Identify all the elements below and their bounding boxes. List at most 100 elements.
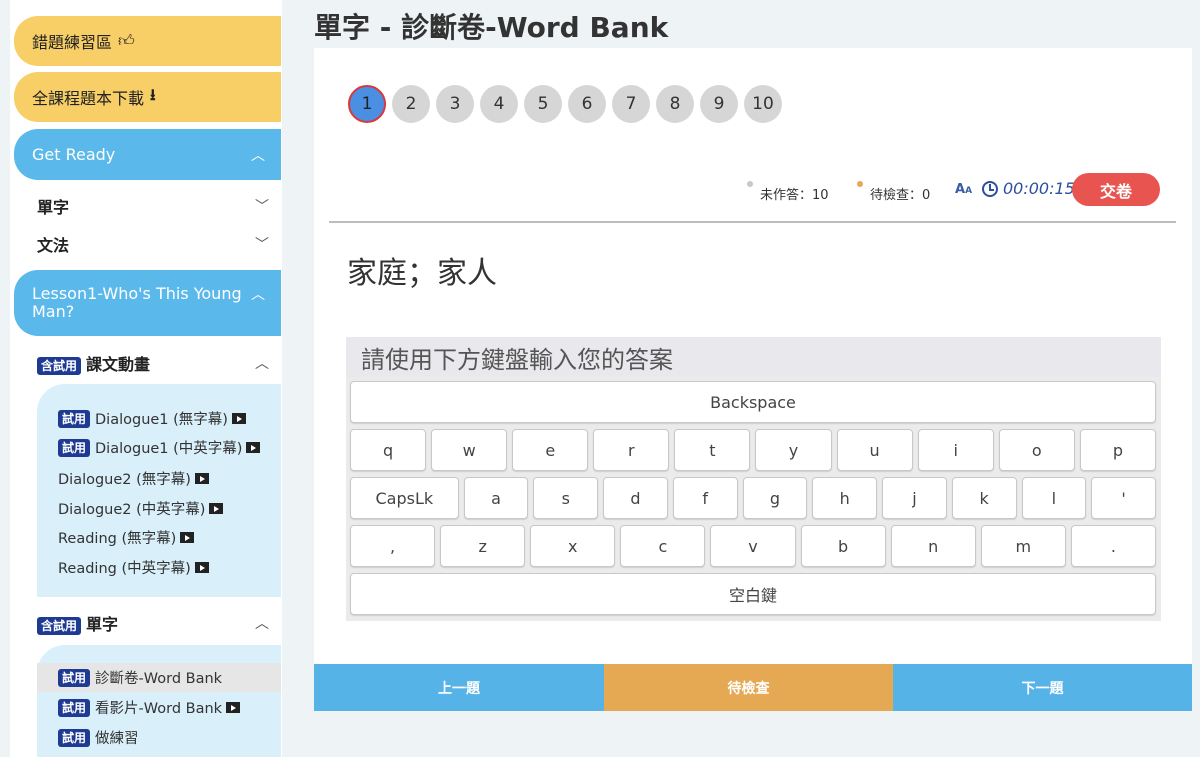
play-icon [231, 413, 246, 424]
submit-button[interactable]: 交卷 [1072, 173, 1160, 206]
question-number[interactable]: 10 [744, 85, 782, 123]
space-key[interactable]: 空白鍵 [350, 573, 1156, 615]
key-period[interactable]: . [1070, 525, 1156, 567]
list-item[interactable]: 試用 Dialogue1 (中英字幕) [58, 437, 261, 458]
key-w[interactable]: w [431, 429, 508, 471]
lesson1-label: Lesson1-Who's This Young Man? [32, 284, 242, 321]
gray-dot-icon [747, 181, 753, 187]
page-title: 單字 - 診斷卷-Word Bank [314, 11, 669, 44]
mark-review-button[interactable]: 待檢查 [604, 664, 893, 711]
key-f[interactable]: f [672, 477, 738, 519]
sidebar-item-vocab[interactable]: 單字 ﹀ [37, 194, 269, 218]
key-h[interactable]: h [812, 477, 878, 519]
list-item[interactable]: Reading (中英字幕) [58, 557, 209, 578]
question-text: 家庭；家人 [347, 256, 497, 291]
key-j[interactable]: j [882, 477, 947, 519]
trial-badge: 試用 [58, 698, 91, 717]
key-n[interactable]: n [890, 525, 976, 567]
list-item-label: 診斷卷-Word Bank [95, 671, 223, 687]
key-apostrophe[interactable]: ' [1091, 477, 1156, 519]
play-icon [194, 473, 209, 484]
chevron-up-icon: ︿ [251, 287, 265, 303]
question-number[interactable]: 2 [392, 85, 430, 123]
key-g[interactable]: g [742, 477, 808, 519]
sidebar-item-label: 文法 [37, 236, 70, 255]
wrong-practice-button[interactable]: 錯題練習區 👍︎ [14, 16, 281, 66]
status-unanswered: 未作答：10 [747, 173, 829, 203]
question-number[interactable]: 3 [436, 85, 474, 123]
list-item[interactable]: 試用 Dialogue1 (無字幕) [58, 408, 246, 429]
trial-badge: 試用 [58, 438, 91, 457]
key-m[interactable]: m [980, 525, 1066, 567]
get-ready-section[interactable]: Get Ready ︿ [14, 129, 281, 180]
sidebar-item-grammar[interactable]: 文法 ﹀ [37, 232, 269, 256]
key-k[interactable]: k [951, 477, 1017, 519]
key-z[interactable]: z [440, 525, 526, 567]
sidebar-item-text-animation[interactable]: 含試用 課文動畫 ︿ [37, 351, 269, 375]
list-item[interactable]: Dialogue2 (中英字幕) [58, 498, 224, 519]
thumbs-up-icon: 👍︎ [118, 31, 135, 50]
key-comma[interactable]: , [350, 525, 436, 567]
prev-question-button[interactable]: 上一題 [314, 664, 604, 711]
sidebar-item-label: 課文動畫 [86, 355, 151, 374]
key-d[interactable]: d [603, 477, 668, 519]
vocab-items-panel: 試用 診斷卷-Word Bank 試用 看影片-Word Bank 試用 做練習 [37, 645, 281, 757]
question-number[interactable]: 4 [480, 85, 518, 123]
key-v[interactable]: v [710, 525, 796, 567]
key-u[interactable]: u [836, 429, 913, 471]
list-item[interactable]: 試用 做練習 [58, 727, 139, 748]
chevron-up-icon: ︿ [251, 147, 265, 164]
key-s[interactable]: s [533, 477, 599, 519]
list-item-label: Dialogue1 (無字幕) [95, 412, 228, 428]
question-number[interactable]: 5 [524, 85, 562, 123]
list-item-label: Reading (無字幕) [58, 531, 177, 547]
clock-icon [982, 180, 998, 197]
key-a[interactable]: a [463, 477, 529, 519]
list-item[interactable]: 試用 看影片-Word Bank [58, 697, 241, 718]
answer-input[interactable]: 請使用下方鍵盤輸入您的答案 [346, 337, 1161, 377]
download-all-button[interactable]: 全課程題本下載 ⭳ [14, 72, 281, 122]
get-ready-label: Get Ready [32, 145, 116, 164]
trial-badge: 含試用 [37, 617, 82, 635]
key-t[interactable]: t [674, 429, 751, 471]
trial-badge: 試用 [58, 728, 91, 747]
key-l[interactable]: l [1021, 477, 1087, 519]
sidebar-item-vocab-section[interactable]: 含試用 單字 ︿ [37, 611, 269, 635]
status-review-label: 待檢查：0 [870, 188, 931, 203]
question-number[interactable]: 7 [612, 85, 650, 123]
key-r[interactable]: r [593, 429, 670, 471]
play-icon [180, 532, 195, 543]
question-number-current[interactable]: 1 [348, 85, 386, 123]
trial-badge: 含試用 [37, 357, 82, 375]
capslock-key[interactable]: CapsLk [350, 477, 459, 519]
key-p[interactable]: p [1079, 429, 1156, 471]
trial-badge: 試用 [58, 409, 91, 428]
list-item[interactable]: Reading (無字幕) [58, 527, 195, 548]
question-number[interactable]: 8 [656, 85, 694, 123]
backspace-key[interactable]: Backspace [350, 381, 1156, 423]
key-i[interactable]: i [917, 429, 994, 471]
font-size-large: A [955, 182, 966, 197]
key-o[interactable]: o [998, 429, 1075, 471]
question-number[interactable]: 6 [568, 85, 606, 123]
list-item-active[interactable]: 試用 診斷卷-Word Bank [37, 663, 281, 692]
key-y[interactable]: y [755, 429, 832, 471]
download-icon: ⭳ [150, 84, 156, 104]
play-icon [209, 503, 224, 514]
list-item[interactable]: Dialogue2 (無字幕) [58, 468, 209, 489]
key-q[interactable]: q [350, 429, 427, 471]
play-icon [194, 562, 209, 573]
question-number[interactable]: 9 [700, 85, 738, 123]
next-question-button[interactable]: 下一題 [893, 664, 1192, 711]
wrong-practice-label: 錯題練習區 [32, 33, 113, 52]
key-e[interactable]: e [512, 429, 589, 471]
lesson1-section[interactable]: Lesson1-Who's This Young Man? ︿ [14, 270, 281, 336]
key-b[interactable]: b [800, 525, 886, 567]
font-size-button[interactable]: AA [955, 182, 972, 197]
orange-dot-icon [857, 181, 863, 187]
status-review: 待檢查：0 [857, 173, 930, 203]
play-icon [226, 702, 241, 713]
key-c[interactable]: c [620, 525, 706, 567]
key-x[interactable]: x [530, 525, 616, 567]
sidebar: 錯題練習區 👍︎ 全課程題本下載 ⭳ Get Ready ︿ 單字 ﹀ 文法 ﹀… [10, 0, 282, 757]
